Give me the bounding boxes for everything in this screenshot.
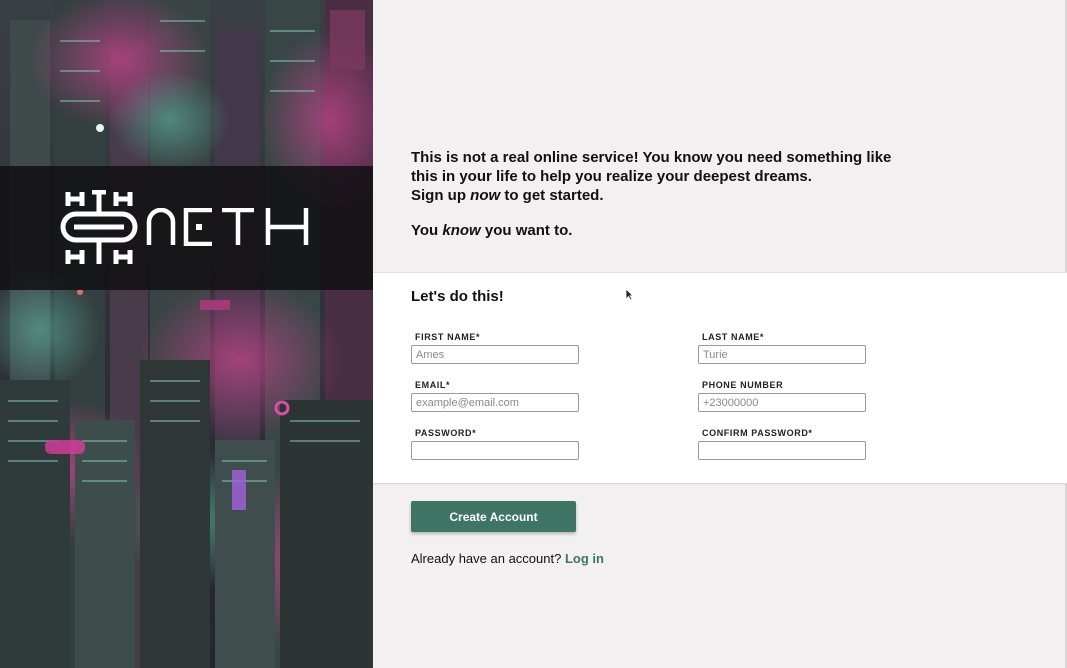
first-name-input[interactable]	[411, 345, 579, 364]
last-name-group: LAST NAME*	[698, 332, 868, 364]
signup-suffix: to get started.	[500, 187, 604, 204]
want-line: You know you want to.	[411, 221, 911, 240]
phone-input[interactable]	[698, 393, 866, 412]
login-prompt-text: Already have an account?	[411, 551, 562, 566]
password-input[interactable]	[411, 441, 579, 460]
last-name-input[interactable]	[698, 345, 866, 364]
first-name-label: FIRST NAME*	[415, 332, 481, 342]
hero-artwork-panel	[0, 0, 373, 668]
create-account-button[interactable]: Create Account	[411, 501, 576, 532]
signup-form: Let's do this! FIRST NAME* LAST NAME* EM…	[373, 272, 1067, 484]
last-name-label: LAST NAME*	[702, 332, 764, 342]
login-prompt: Already have an account? Log in	[411, 551, 604, 566]
logo-band	[0, 166, 373, 290]
confirm-password-input[interactable]	[698, 441, 866, 460]
confirm-password-group: CONFIRM PASSWORD*	[698, 428, 868, 460]
password-label: PASSWORD*	[415, 428, 477, 438]
first-name-group: FIRST NAME*	[411, 332, 581, 364]
form-title: Let's do this!	[411, 288, 504, 305]
signup-prompt: Sign up now to get started.	[411, 186, 911, 205]
intro-paragraph: This is not a real online service! You k…	[411, 149, 892, 185]
phone-label: PHONE NUMBER	[702, 380, 784, 390]
phone-group: PHONE NUMBER	[698, 380, 868, 412]
email-input[interactable]	[411, 393, 579, 412]
login-link[interactable]: Log in	[565, 551, 604, 566]
intro-text: This is not a real online service! You k…	[411, 148, 911, 240]
confirm-password-label: CONFIRM PASSWORD*	[702, 428, 813, 438]
password-group: PASSWORD*	[411, 428, 581, 460]
mouse-pointer-icon	[625, 288, 634, 301]
aeth-logo-icon	[60, 190, 138, 264]
signup-emphasis: now	[470, 187, 501, 204]
email-group: EMAIL*	[411, 380, 581, 412]
aeth-wordmark-logo	[146, 208, 309, 246]
email-label: EMAIL*	[415, 380, 451, 390]
cyberpunk-city-illustration	[0, 0, 373, 668]
want-emphasis: know	[442, 222, 481, 239]
signup-prefix: Sign up	[411, 187, 471, 204]
signup-content: This is not a real online service! You k…	[373, 0, 1067, 668]
want-suffix: you want to.	[480, 222, 573, 239]
want-prefix: You	[411, 222, 443, 239]
